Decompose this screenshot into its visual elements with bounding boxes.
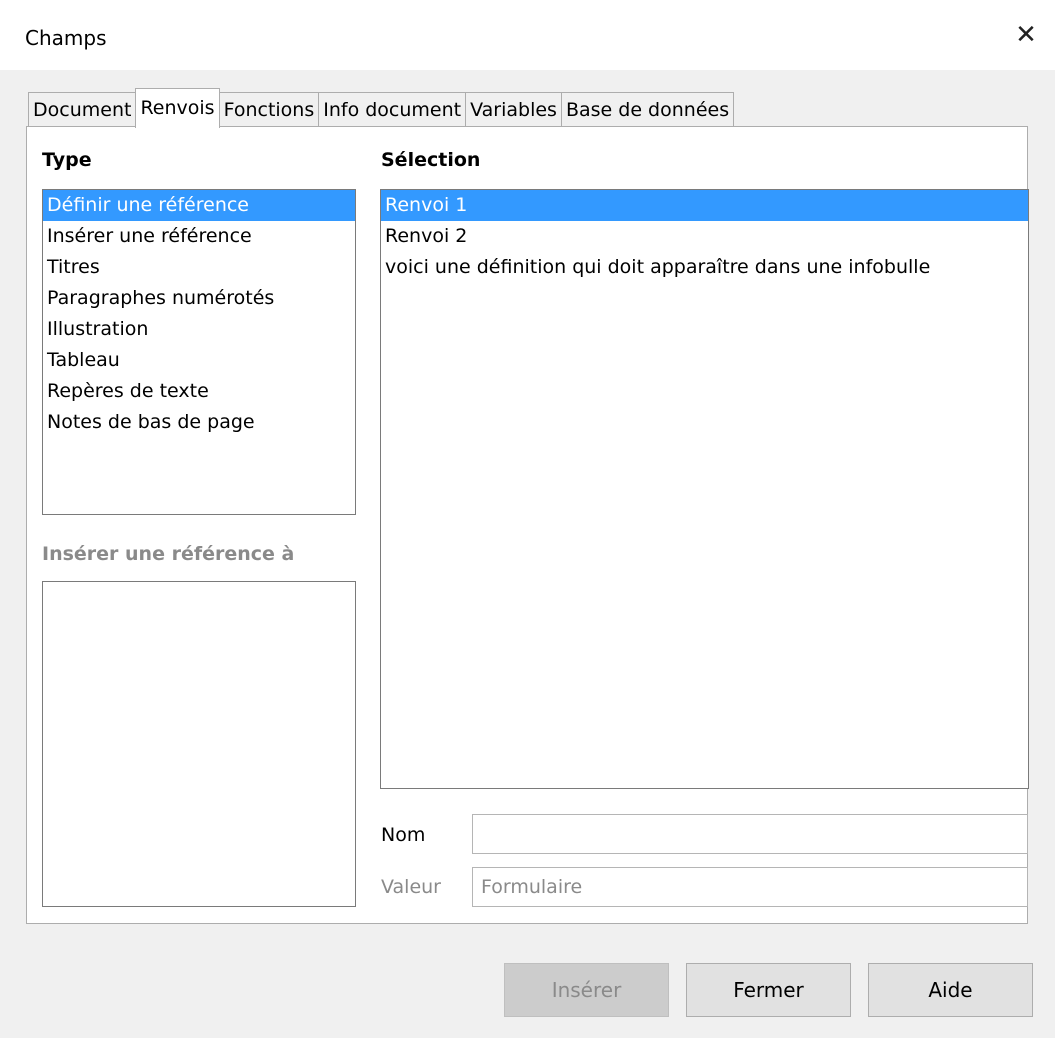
type-item[interactable]: Notes de bas de page xyxy=(43,407,355,438)
type-item[interactable]: Titres xyxy=(43,252,355,283)
close-icon[interactable]: ✕ xyxy=(1011,20,1041,50)
close-button[interactable]: Fermer xyxy=(686,963,851,1017)
tab-bar: Document Renvois Fonctions Info document… xyxy=(28,88,735,128)
type-item[interactable]: Tableau xyxy=(43,345,355,376)
type-item[interactable]: Définir une référence xyxy=(43,190,355,221)
insert-button[interactable]: Insérer xyxy=(504,963,669,1017)
type-item[interactable]: Repères de texte xyxy=(43,376,355,407)
tab-info-document[interactable]: Info document xyxy=(318,92,467,126)
title-bar: Champs ✕ xyxy=(0,0,1055,70)
value-label: Valeur xyxy=(381,876,441,898)
selection-item[interactable]: voici une définition qui doit apparaître… xyxy=(381,252,1028,283)
name-label: Nom xyxy=(381,824,426,846)
tab-renvois[interactable]: Renvois xyxy=(135,88,220,128)
type-label: Type xyxy=(42,149,92,171)
window-title: Champs xyxy=(25,26,107,50)
type-item[interactable]: Insérer une référence xyxy=(43,221,355,252)
selection-item[interactable]: Renvoi 1 xyxy=(381,190,1028,221)
tab-fonctions[interactable]: Fonctions xyxy=(218,92,320,126)
selection-item[interactable]: Renvoi 2 xyxy=(381,221,1028,252)
tab-variables[interactable]: Variables xyxy=(465,92,562,126)
name-input[interactable] xyxy=(472,814,1028,854)
type-item[interactable]: Paragraphes numérotés xyxy=(43,283,355,314)
insert-reference-to-label: Insérer une référence à xyxy=(42,543,295,565)
renvois-panel: Type Définir une référence Insérer une r… xyxy=(26,126,1029,924)
selection-list[interactable]: Renvoi 1 Renvoi 2 voici une définition q… xyxy=(380,189,1029,789)
selection-label: Sélection xyxy=(381,149,481,171)
type-list[interactable]: Définir une référence Insérer une référe… xyxy=(42,189,356,515)
tab-base-de-donnees[interactable]: Base de données xyxy=(560,92,735,126)
help-button[interactable]: Aide xyxy=(868,963,1033,1017)
insert-reference-to-list[interactable] xyxy=(42,581,356,907)
value-input[interactable] xyxy=(472,867,1028,907)
type-item[interactable]: Illustration xyxy=(43,314,355,345)
tab-document[interactable]: Document xyxy=(28,92,137,126)
